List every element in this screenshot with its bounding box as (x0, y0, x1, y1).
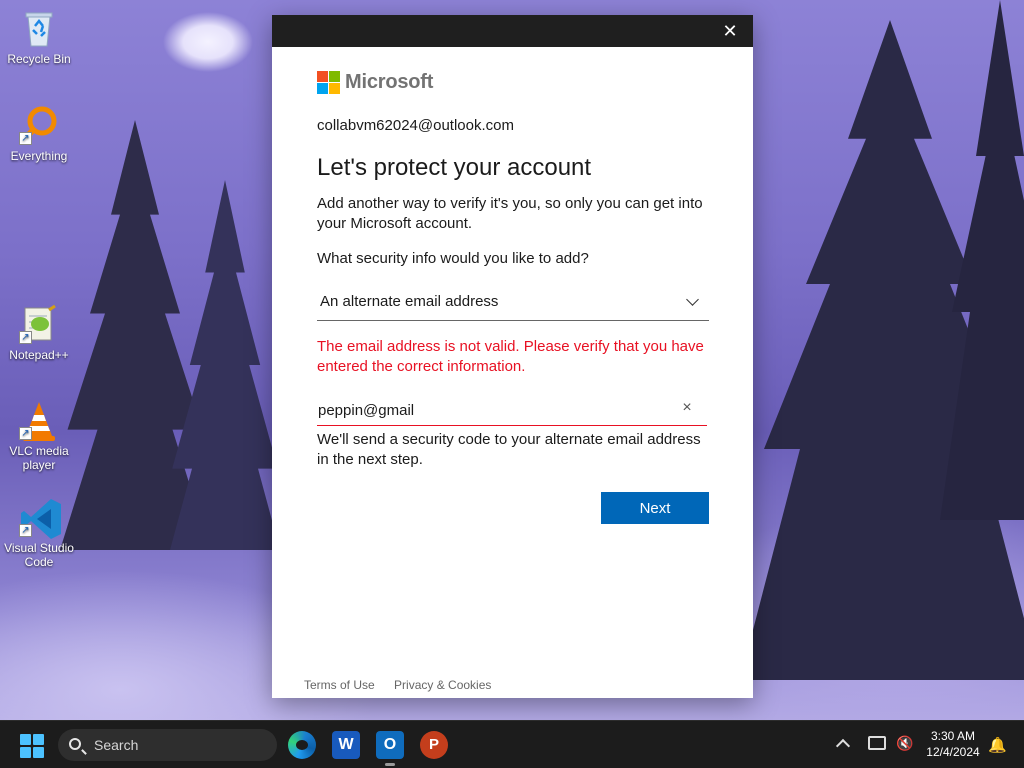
outlook-app-icon[interactable]: O (376, 731, 404, 759)
volume-muted-icon[interactable]: 🔇 (896, 735, 913, 753)
account-email: collabvm62024@outlook.com (317, 117, 514, 134)
recycle-bin-icon (19, 8, 59, 48)
privacy-cookies-link[interactable]: Privacy & Cookies (394, 678, 491, 692)
notepadpp-icon: ↗ (19, 304, 59, 344)
desktop-icon-notepadpp[interactable]: ↗ Notepad++ (1, 304, 77, 362)
chevron-down-icon (686, 293, 699, 306)
search-label: Search (94, 737, 139, 753)
dialog-footer: Terms of Use Privacy & Cookies (304, 678, 507, 692)
vlc-cone-icon: ↗ (19, 400, 59, 441)
vscode-icon: ↗ (19, 497, 61, 539)
security-info-question: What security info would you like to add… (317, 250, 589, 267)
network-icon[interactable] (868, 736, 886, 750)
microsoft-logo: Microsoft (317, 71, 433, 94)
clear-input-icon[interactable]: × (679, 399, 695, 417)
taskbar: Search W O P 🔇 3:30 AM 12/4/2024 🔔 (0, 720, 1024, 768)
desktop-icon-vscode[interactable]: ↗ Visual Studio Code (1, 497, 77, 569)
terms-of-use-link[interactable]: Terms of Use (304, 678, 375, 692)
shortcut-arrow-icon: ↗ (19, 331, 32, 344)
desktop-icon-vlc[interactable]: ↗ VLC media player (1, 400, 77, 472)
powerpoint-app-icon[interactable]: P (420, 731, 448, 759)
desktop-icon-label: Recycle Bin (7, 52, 71, 66)
shortcut-arrow-icon: ↗ (19, 427, 32, 440)
desktop-icon-label: VLC media player (9, 444, 69, 472)
everything-search-icon: ↗ (19, 105, 59, 145)
desktop-icon-label: Everything (10, 149, 68, 163)
next-button[interactable]: Next (601, 492, 709, 524)
desktop-icon-label: Notepad++ (9, 348, 69, 362)
word-app-icon[interactable]: W (332, 731, 360, 759)
clock-time: 3:30 AM (930, 729, 976, 743)
clock-date: 12/4/2024 (926, 745, 980, 759)
search-icon (69, 738, 81, 750)
desktop-icon-label: Visual Studio Code (4, 541, 74, 569)
close-icon[interactable]: ✕ (721, 22, 739, 40)
desktop-icon-everything[interactable]: ↗ Everything (1, 105, 77, 163)
taskbar-search[interactable]: Search (58, 729, 277, 761)
description-text: Add another way to verify it's you, so o… (317, 195, 703, 232)
microsoft-wordmark: Microsoft (345, 71, 434, 93)
page-title: Let's protect your account (317, 154, 592, 181)
dialog-titlebar: ✕ (272, 15, 753, 47)
security-method-dropdown[interactable]: An alternate email address (317, 289, 709, 321)
info-text: We'll send a security code to your alter… (317, 431, 701, 468)
desktop-icon-recycle-bin[interactable]: Recycle Bin (1, 8, 77, 66)
shortcut-arrow-icon: ↗ (19, 524, 32, 537)
edge-browser-icon[interactable] (288, 731, 316, 759)
notification-bell-icon[interactable]: 🔔 (988, 736, 1007, 754)
alternate-email-input[interactable] (317, 395, 707, 426)
wallpaper-tree (170, 180, 280, 550)
protect-account-dialog: ✕ Microsoft collabvm62024@outlook.com Le… (272, 15, 753, 698)
system-clock[interactable]: 3:30 AM 12/4/2024 (920, 728, 986, 760)
windows-start-icon[interactable] (20, 734, 44, 758)
dropdown-selected-value: An alternate email address (320, 293, 499, 310)
active-app-indicator (385, 763, 395, 766)
microsoft-logo-icon (317, 71, 340, 94)
shortcut-arrow-icon: ↗ (19, 132, 32, 145)
error-message: The email address is not valid. Please v… (317, 338, 704, 375)
chevron-up-icon[interactable] (835, 738, 851, 754)
